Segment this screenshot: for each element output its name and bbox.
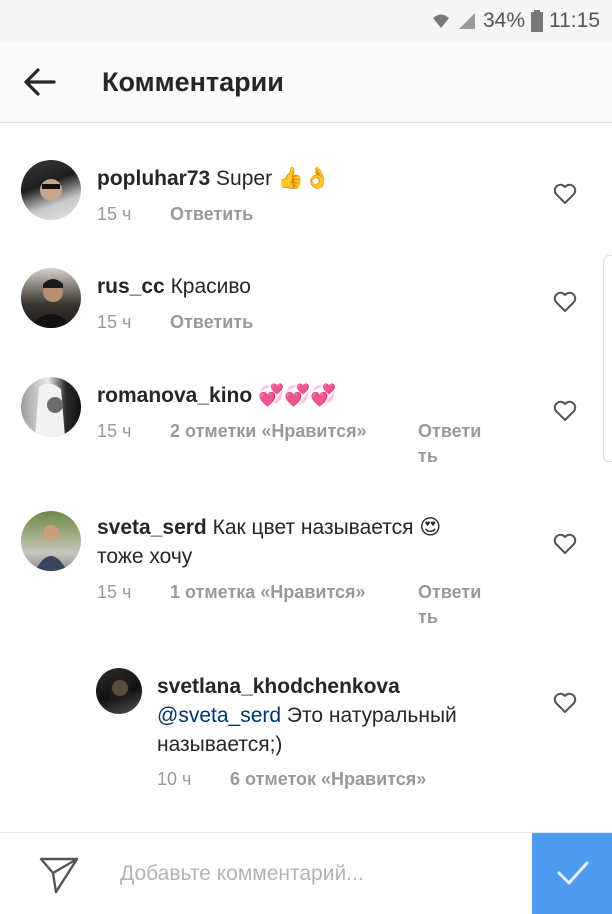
reply-button[interactable]: Ответи ть	[418, 580, 481, 630]
comment-body: Красиво	[170, 275, 251, 298]
checkmark-icon	[557, 861, 589, 885]
comment-username[interactable]: svetlana_khodchenkova	[157, 672, 517, 701]
comment-time: 15 ч	[97, 582, 132, 602]
battery-percent: 34%	[482, 9, 525, 32]
comment-composer	[0, 832, 612, 914]
reply-label-line2: ть	[418, 446, 438, 466]
signal-icon	[458, 13, 475, 29]
comment-username[interactable]: popluhar73	[97, 167, 210, 190]
wifi-icon	[432, 14, 449, 28]
emoji: 👍👌	[277, 167, 331, 190]
comment-text: sveta_serd Как цвет называется 😍 тоже хо…	[97, 513, 517, 571]
status-bar: 34% 11:15	[0, 0, 612, 42]
comment-time: 15 ч	[97, 312, 132, 332]
avatar[interactable]	[21, 511, 81, 571]
comment-text: popluhar73 Super 👍👌	[97, 164, 330, 193]
likes-count[interactable]: 6 отметок «Нравится»	[230, 769, 426, 790]
reply-button[interactable]: Ответить	[170, 310, 253, 335]
reply-label-line2: ть	[418, 607, 438, 627]
comment-body-line2: тоже хочу	[97, 545, 193, 568]
comment-time: 15 ч	[97, 204, 132, 224]
app-bar: Комментарии	[0, 42, 612, 123]
comment-time: 10 ч	[157, 769, 192, 789]
heart-icon[interactable]	[553, 692, 577, 714]
back-arrow-icon[interactable]	[22, 64, 58, 100]
reply-label-line1: Ответи	[418, 582, 482, 602]
status-icons: 34% 11:15	[431, 8, 600, 34]
emoji: 😍	[419, 516, 442, 539]
comment-body: Это натуральный	[286, 704, 457, 727]
comment-input[interactable]	[118, 855, 522, 893]
page-title: Комментарии	[102, 67, 284, 97]
comment-item: romanova_kino 💞💞💞 15 ч 2 отметки «Нравит…	[0, 367, 612, 477]
comment-item: popluhar73 Super 👍👌 15 ч Ответить	[0, 150, 612, 250]
avatar[interactable]	[21, 160, 81, 220]
comment-item: rus_cc Красиво 15 ч Ответить	[0, 258, 612, 358]
likes-count[interactable]: 2 отметки «Нравится»	[170, 421, 367, 442]
comment-username[interactable]: sveta_serd	[97, 516, 207, 539]
heart-icon[interactable]	[553, 183, 577, 205]
clock: 11:15	[549, 9, 600, 32]
comment-item: sveta_serd Как цвет называется 😍 тоже хо…	[0, 503, 612, 633]
heart-icon[interactable]	[553, 533, 577, 555]
comment-username[interactable]: romanova_kino	[97, 384, 252, 407]
comment-text: romanova_kino 💞💞💞	[97, 381, 337, 410]
mention-link[interactable]: @sveta_serd	[157, 704, 281, 727]
post-comment-button[interactable]	[532, 833, 612, 914]
likes-count[interactable]: 1 отметка «Нравится»	[170, 582, 366, 603]
reply-comment-item: svetlana_khodchenkova @sveta_serd Это на…	[0, 662, 612, 802]
comment-time: 15 ч	[97, 421, 132, 441]
reply-button[interactable]: Ответить	[170, 202, 253, 227]
comment-body-line2: называется;)	[157, 733, 283, 756]
scrollbar[interactable]	[603, 255, 612, 462]
battery-icon	[531, 10, 543, 32]
avatar[interactable]	[21, 377, 81, 437]
heart-icon[interactable]	[553, 400, 577, 422]
direct-send-icon[interactable]	[38, 855, 80, 895]
comment-text: svetlana_khodchenkova @sveta_serd Это на…	[157, 672, 517, 759]
emoji: 💞💞💞	[258, 384, 337, 407]
heart-icon[interactable]	[553, 291, 577, 313]
reply-label-line1: Ответи	[418, 421, 482, 441]
comment-username[interactable]: rus_cc	[97, 275, 165, 298]
avatar[interactable]	[21, 268, 81, 328]
comment-body: Super	[216, 167, 273, 190]
comment-text: rus_cc Красиво	[97, 272, 251, 301]
comment-body: Как цвет называется	[212, 516, 414, 539]
avatar[interactable]	[96, 668, 142, 714]
reply-button[interactable]: Ответи ть	[418, 419, 481, 469]
